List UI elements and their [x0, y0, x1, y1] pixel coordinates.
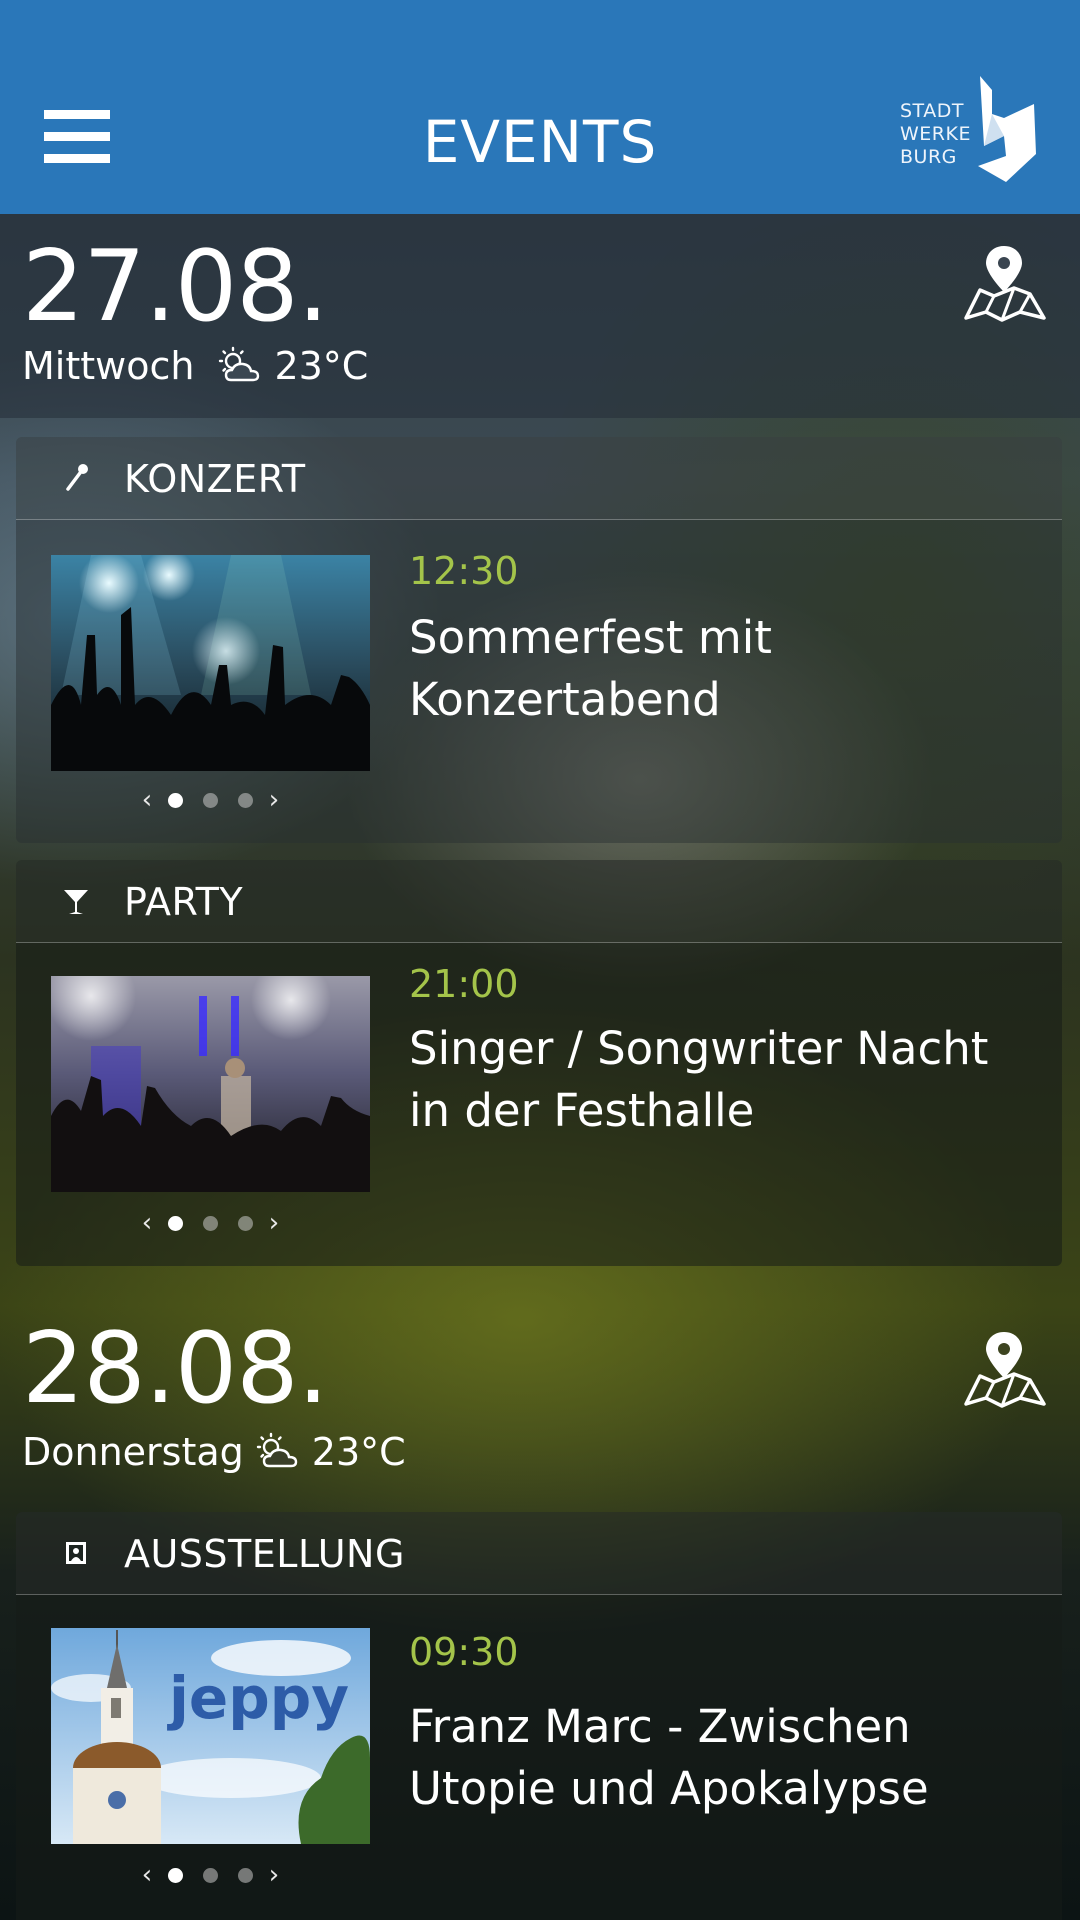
- church-tower-image[interactable]: jeppy: [51, 1628, 370, 1844]
- pager-dot[interactable]: [238, 1215, 253, 1231]
- event-time: 21:00: [409, 962, 519, 1006]
- event-title[interactable]: Sommerfest mit Konzertabend: [409, 607, 1019, 731]
- microphone-icon: [66, 464, 88, 491]
- map-pin-icon[interactable]: [958, 1330, 1050, 1410]
- concert-crowd-image[interactable]: [51, 555, 370, 771]
- jeppy-logo-text: jeppy: [167, 1664, 349, 1732]
- logo-mark-icon: [978, 76, 1036, 182]
- event-category-header: PARTY: [16, 860, 1062, 943]
- pager-dot[interactable]: [238, 1867, 253, 1883]
- weekday-label: Mittwoch: [22, 344, 195, 388]
- map-pin-icon[interactable]: [958, 244, 1050, 324]
- stage-crowd-image[interactable]: [51, 976, 370, 1192]
- portrait-frame-icon: [66, 1542, 86, 1564]
- pager-prev-icon[interactable]: ‹: [136, 1208, 158, 1238]
- event-category-label: PARTY: [124, 880, 244, 924]
- partly-cloudy-icon: [256, 1432, 297, 1468]
- event-category-label: AUSSTELLUNG: [124, 1532, 405, 1576]
- event-category-label: KONZERT: [124, 457, 306, 501]
- image-pager: ‹ ›: [136, 1208, 285, 1238]
- pager-dot[interactable]: [203, 1215, 218, 1231]
- day-header: 27.08. Mittwoch 23°C: [0, 214, 1080, 418]
- pager-next-icon[interactable]: ›: [263, 1208, 285, 1238]
- pager-next-icon[interactable]: ›: [263, 785, 285, 815]
- weekday-label: Donnerstag: [22, 1430, 244, 1474]
- stadtwerke-logo: STADT WERKE BURG: [900, 74, 1050, 186]
- app-header: EVENTS STADT WERKE BURG: [0, 0, 1080, 214]
- image-pager: ‹ ›: [136, 1860, 285, 1890]
- pager-dot[interactable]: [203, 792, 218, 808]
- day-info: Donnerstag 23°C: [22, 1430, 406, 1474]
- cocktail-glass-icon: [64, 890, 88, 914]
- event-time: 12:30: [409, 549, 519, 593]
- pager-dot[interactable]: [203, 1867, 218, 1883]
- pager-prev-icon[interactable]: ‹: [136, 785, 158, 815]
- day-date: 27.08.: [22, 230, 329, 344]
- temperature-label: 23°C: [274, 344, 369, 388]
- pager-prev-icon[interactable]: ‹: [136, 1860, 158, 1890]
- pager-dot[interactable]: [168, 792, 183, 808]
- pager-dot[interactable]: [238, 792, 253, 808]
- event-card[interactable]: PARTY ‹ › 21:00 Singer / Songwriter Nach…: [16, 860, 1062, 1266]
- day-date: 28.08.: [22, 1312, 329, 1426]
- event-card[interactable]: AUSSTELLUNG jeppy ‹ › 09:30 Franz Marc -…: [16, 1512, 1062, 1920]
- image-pager: ‹ ›: [136, 785, 285, 815]
- partly-cloudy-icon: [219, 346, 260, 382]
- logo-text: STADT WERKE BURG: [900, 100, 971, 168]
- day-info: Mittwoch 23°C: [22, 344, 368, 388]
- event-title[interactable]: Singer / Songwriter Nacht in der Festhal…: [409, 1018, 1029, 1142]
- day-header: 28.08. Donnerstag 23°C: [0, 1300, 1080, 1490]
- event-category-header: KONZERT: [16, 437, 1062, 520]
- temperature-label: 23°C: [311, 1430, 406, 1474]
- pager-dot[interactable]: [168, 1215, 183, 1231]
- event-card[interactable]: KONZERT ‹ › 12:30 Sommerfest mit Konzert…: [16, 437, 1062, 843]
- event-time: 09:30: [409, 1630, 519, 1674]
- event-title[interactable]: Franz Marc - Zwischen Utopie und Apokaly…: [409, 1696, 1029, 1820]
- pager-next-icon[interactable]: ›: [263, 1860, 285, 1890]
- event-category-header: AUSSTELLUNG: [16, 1512, 1062, 1595]
- pager-dot[interactable]: [168, 1867, 183, 1883]
